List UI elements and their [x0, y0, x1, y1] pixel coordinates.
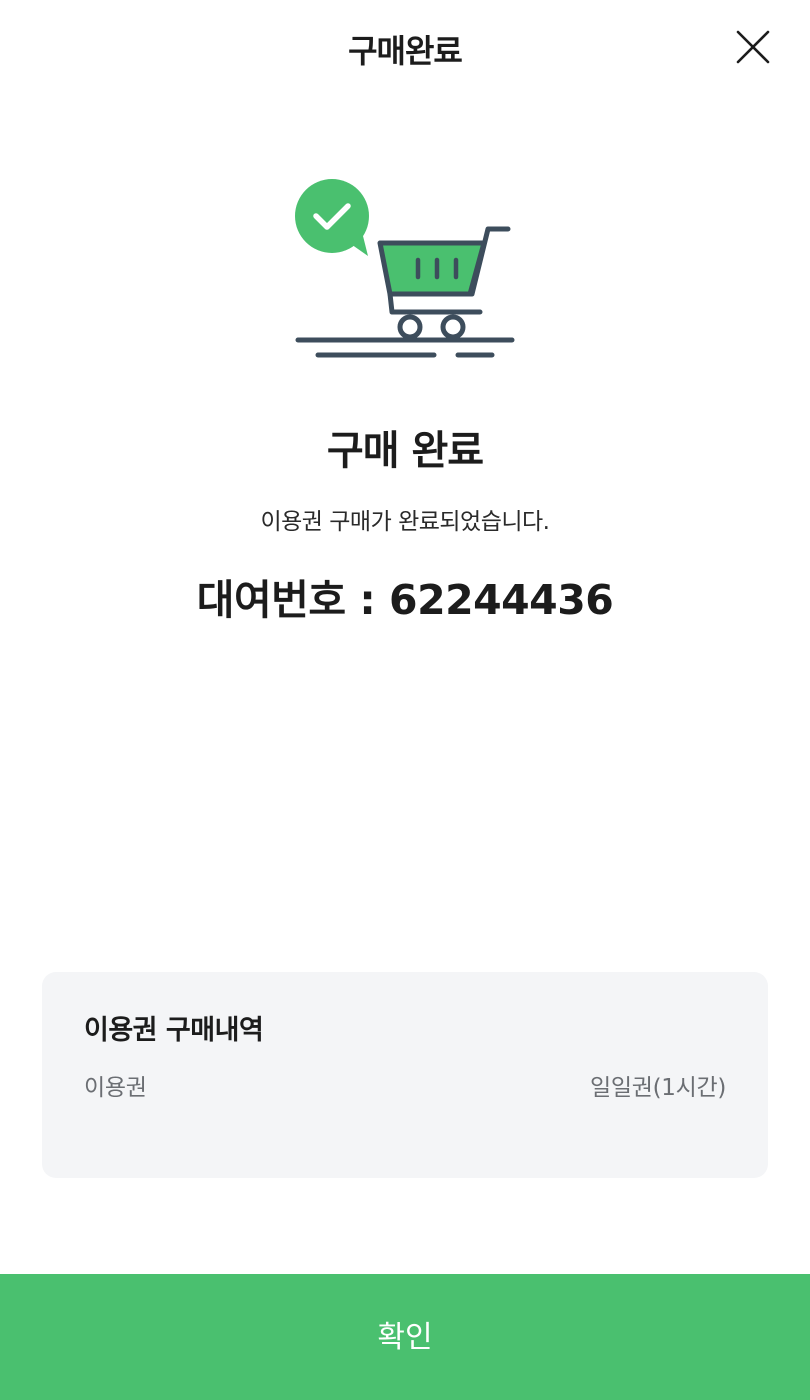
rental-number: 대여번호 : 62244436: [196, 576, 614, 624]
header: 구매완료: [0, 0, 810, 96]
purchase-history-card: 이용권 구매내역 이용권 일일권(1시간): [42, 972, 768, 1178]
pass-value: 일일권(1시간): [590, 1075, 726, 1101]
purchase-history-row: 이용권 일일권(1시간): [84, 1068, 726, 1102]
close-button[interactable]: [730, 26, 774, 70]
cart-complete-illustration: [290, 172, 520, 367]
complete-heading: 구매 완료: [326, 428, 484, 474]
shopping-cart-check-icon: [295, 179, 515, 358]
complete-message: 이용권 구매가 완료되었습니다.: [260, 509, 550, 535]
pass-label: 이용권: [84, 1075, 147, 1101]
close-icon: [736, 30, 770, 64]
check-bubble-icon: [295, 179, 369, 256]
confirm-button[interactable]: 확인: [0, 1274, 810, 1400]
purchase-complete-screen: 구매완료 구매 완료 이용권 구매가 완료되었습니다. 대여번호: 62244…: [0, 0, 810, 1400]
purchase-history-title: 이용권 구매내역: [84, 1015, 264, 1046]
page-title: 구매완료: [348, 32, 463, 70]
